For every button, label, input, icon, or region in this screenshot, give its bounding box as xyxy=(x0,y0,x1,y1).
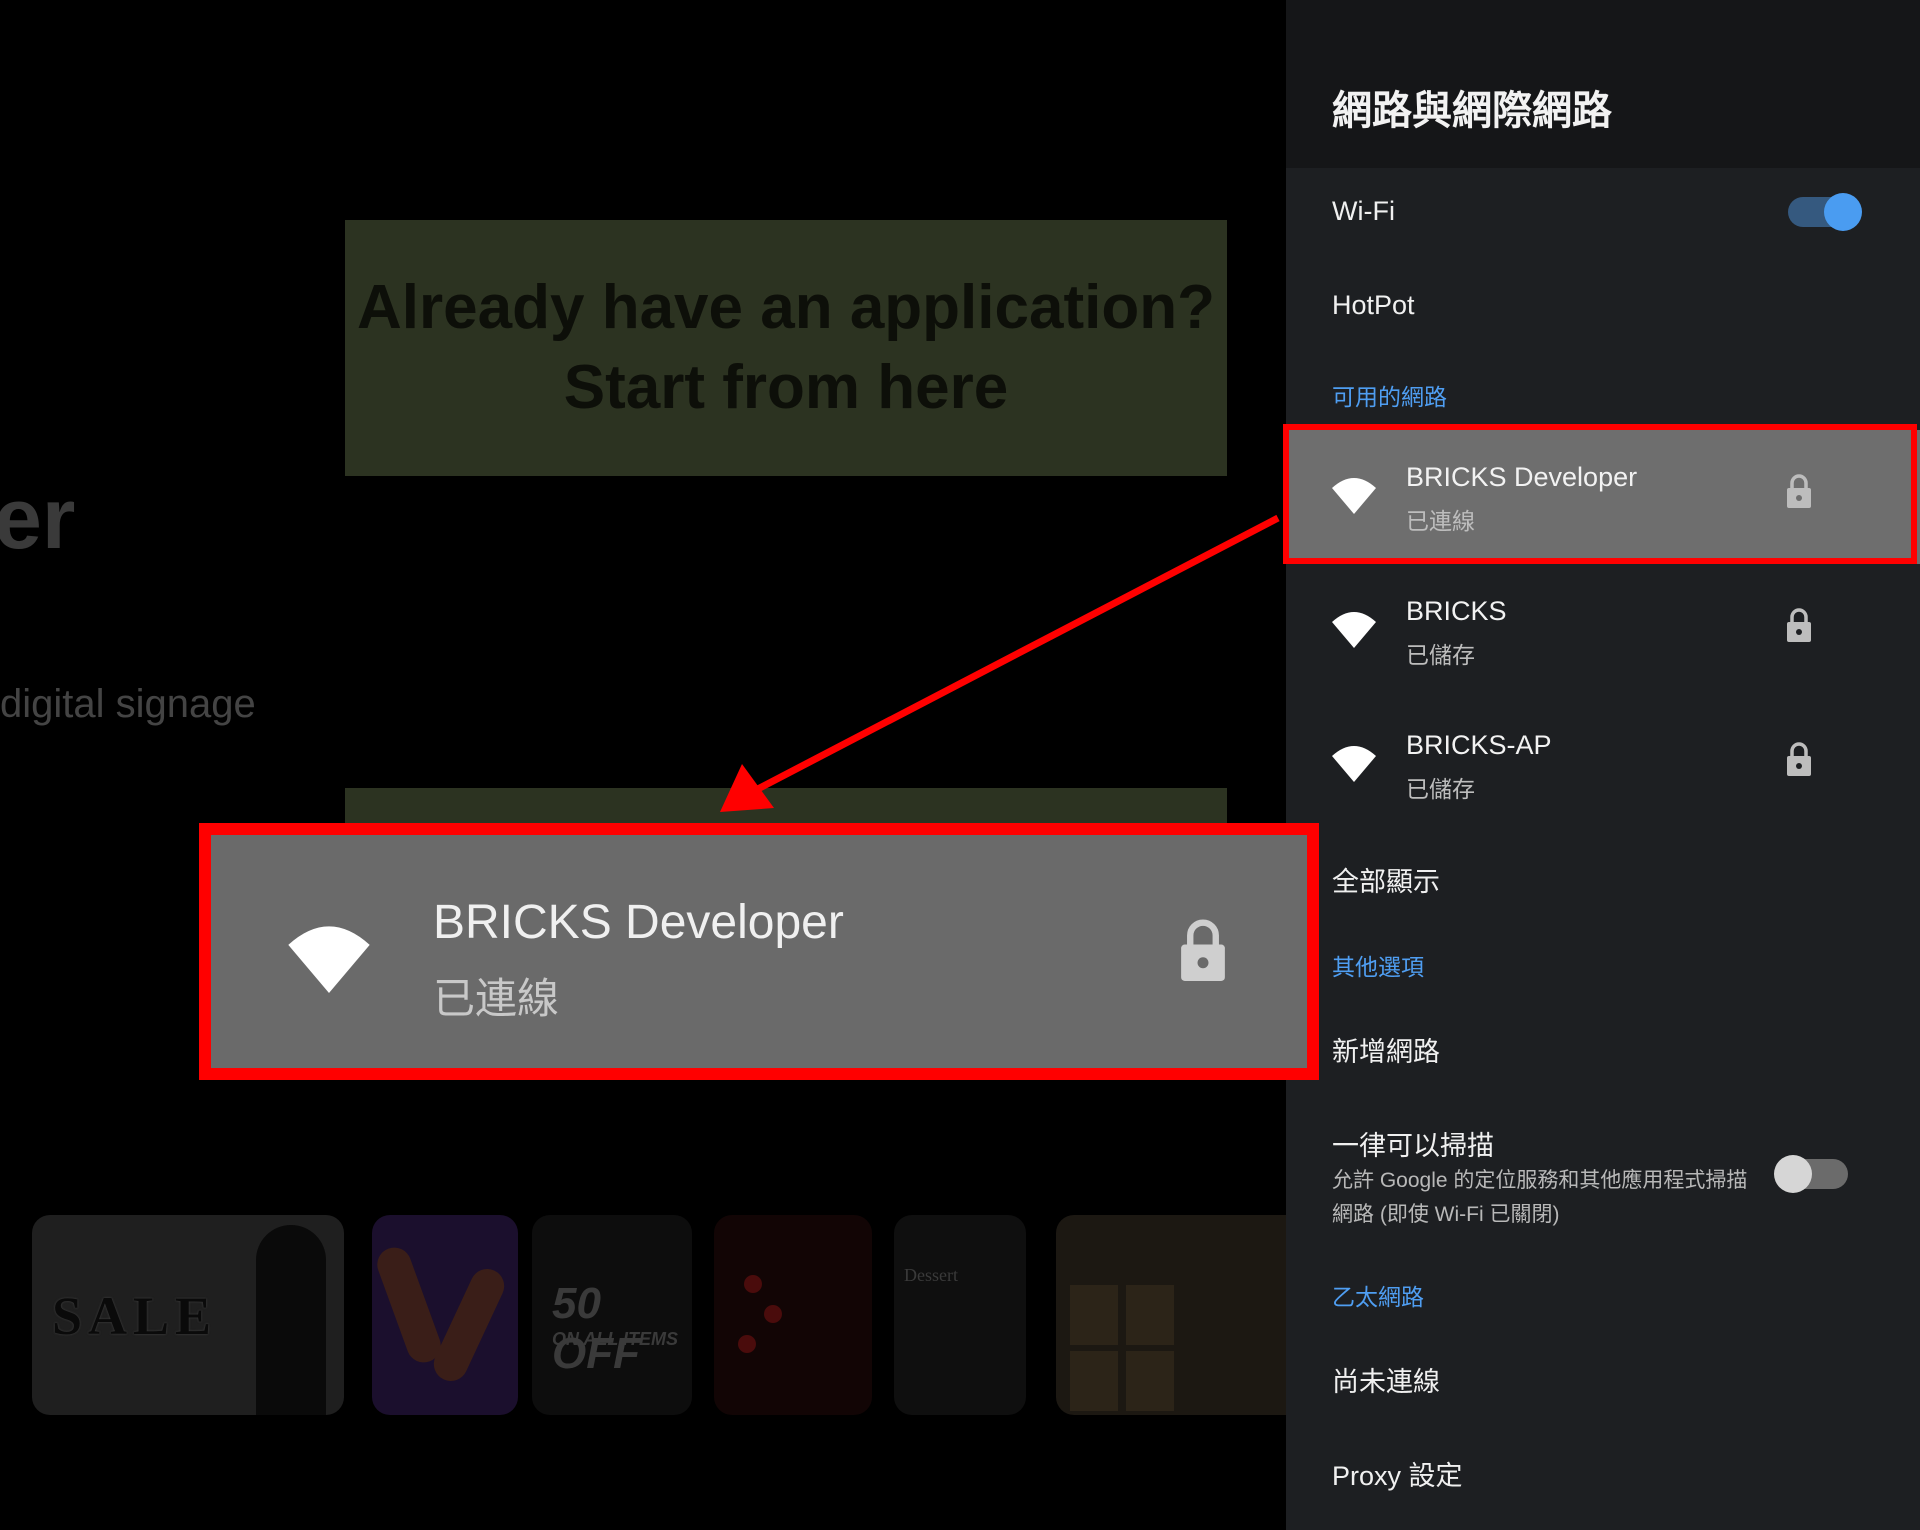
show-all-networks[interactable]: 全部顯示 xyxy=(1332,860,1440,899)
panel-title: 網路與網際網路 xyxy=(1332,89,1612,133)
menu-cell xyxy=(1126,1285,1174,1345)
menu-cell xyxy=(1070,1285,1118,1345)
background-app: Already have an application? Start from … xyxy=(0,0,1286,1530)
scan-always-toggle[interactable] xyxy=(1774,1155,1848,1193)
ethernet-status-item[interactable]: 尚未連線 xyxy=(1332,1360,1440,1399)
thumbnail-food[interactable] xyxy=(714,1215,872,1415)
available-networks-header: 可用的網路 xyxy=(1332,384,1447,410)
lock-icon xyxy=(1787,608,1811,642)
dancer-figure xyxy=(372,1242,446,1368)
zoomed-network-callout: BRICKS Developer 已連線 xyxy=(199,823,1319,1080)
lock-icon xyxy=(1181,919,1225,981)
proxy-settings-item[interactable]: Proxy 設定 xyxy=(1332,1454,1463,1493)
network-name: BRICKS xyxy=(1406,596,1507,626)
cta-line-2: Start from here xyxy=(563,353,1009,422)
thumbnail-sale[interactable]: SALE xyxy=(32,1215,344,1415)
toggle-knob xyxy=(1774,1155,1812,1193)
thumbnail-dance[interactable] xyxy=(372,1215,518,1415)
cta-banner[interactable]: Already have an application? Start from … xyxy=(345,220,1227,476)
network-status: 已儲存 xyxy=(1406,642,1475,668)
dessert-text: Dessert xyxy=(904,1265,958,1285)
menu-cell xyxy=(1070,1351,1118,1411)
zoomed-network-status: 已連線 xyxy=(433,975,560,1022)
sale-text: SALE xyxy=(52,1286,218,1346)
ethernet-header: 乙太網路 xyxy=(1332,1284,1424,1310)
zoomed-network-name: BRICKS Developer xyxy=(433,896,844,949)
network-row-bricks-ap[interactable]: BRICKS-AP 已儲存 xyxy=(1286,698,1920,832)
offer-small-text: ON ALL ITEMS xyxy=(552,1329,678,1349)
wifi-icon xyxy=(1332,746,1376,782)
wifi-toggle[interactable] xyxy=(1788,193,1862,231)
zoomed-network-row: BRICKS Developer 已連線 xyxy=(211,835,1307,1068)
menu-cell xyxy=(1126,1351,1174,1411)
scan-always-description: 允許 Google 的定位服務和其他應用程式掃描網路 (即使 Wi-Fi 已關閉… xyxy=(1332,1169,1748,1226)
sale-person-image xyxy=(256,1225,326,1415)
toggle-knob xyxy=(1824,193,1862,231)
highlight-box xyxy=(1283,424,1917,564)
network-settings-panel: 網路與網際網路 Wi-Fi HotPot 可用的網路 BRICKS Develo… xyxy=(1286,0,1920,1530)
lock-icon xyxy=(1787,742,1811,776)
cta-line-1: Already have an application? xyxy=(357,273,1215,342)
template-thumbnail-strip: SALE 50 OFF ON ALL ITEMS Dessert xyxy=(0,1215,1286,1415)
scan-always-label[interactable]: 一律可以掃描 xyxy=(1332,1124,1494,1163)
thumbnail-offer[interactable]: 50 OFF ON ALL ITEMS xyxy=(532,1215,692,1415)
wifi-label[interactable]: Wi-Fi xyxy=(1332,196,1395,227)
wifi-icon xyxy=(288,926,370,993)
thumbnail-menu[interactable] xyxy=(1056,1215,1286,1415)
thumbnail-dessert[interactable]: Dessert xyxy=(894,1215,1026,1415)
background-title-fragment: er xyxy=(0,471,76,567)
dancer-figure xyxy=(428,1263,510,1387)
food-decoration xyxy=(764,1305,782,1323)
food-decoration xyxy=(744,1275,762,1293)
network-status: 已儲存 xyxy=(1406,776,1475,802)
food-decoration xyxy=(738,1335,756,1353)
network-row-bricks[interactable]: BRICKS 已儲存 xyxy=(1286,564,1920,698)
network-name: BRICKS-AP xyxy=(1406,730,1552,760)
other-options-header: 其他選項 xyxy=(1332,954,1424,980)
wifi-icon xyxy=(1332,612,1376,648)
second-banner[interactable] xyxy=(345,788,1227,828)
background-subtitle-fragment: digital signage xyxy=(0,682,256,726)
hotspot-item[interactable]: HotPot xyxy=(1332,290,1415,321)
add-network-item[interactable]: 新增網路 xyxy=(1332,1030,1440,1069)
